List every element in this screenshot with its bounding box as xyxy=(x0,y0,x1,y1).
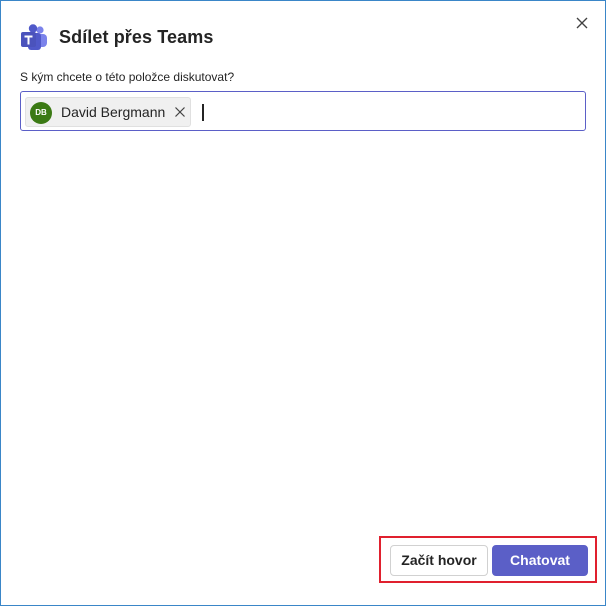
recipients-input[interactable]: DB David Bergmann xyxy=(20,91,586,131)
text-caret xyxy=(202,104,204,121)
dialog-title: Sdílet přes Teams xyxy=(59,27,214,47)
avatar: DB xyxy=(30,102,52,124)
start-call-button[interactable]: Začít hovor xyxy=(390,545,488,576)
microsoft-teams-logo-icon xyxy=(21,24,47,50)
close-icon[interactable] xyxy=(573,14,591,32)
recipient-chip[interactable]: DB David Bergmann xyxy=(25,97,191,127)
chat-button[interactable]: Chatovat xyxy=(492,545,588,576)
recipient-name: David Bergmann xyxy=(61,104,166,120)
recipients-label: S kým chcete o této položce diskutovat? xyxy=(20,70,235,84)
share-to-teams-dialog: Sdílet přes Teams S kým chcete o této po… xyxy=(0,0,606,606)
remove-recipient-close-icon[interactable] xyxy=(174,106,186,118)
